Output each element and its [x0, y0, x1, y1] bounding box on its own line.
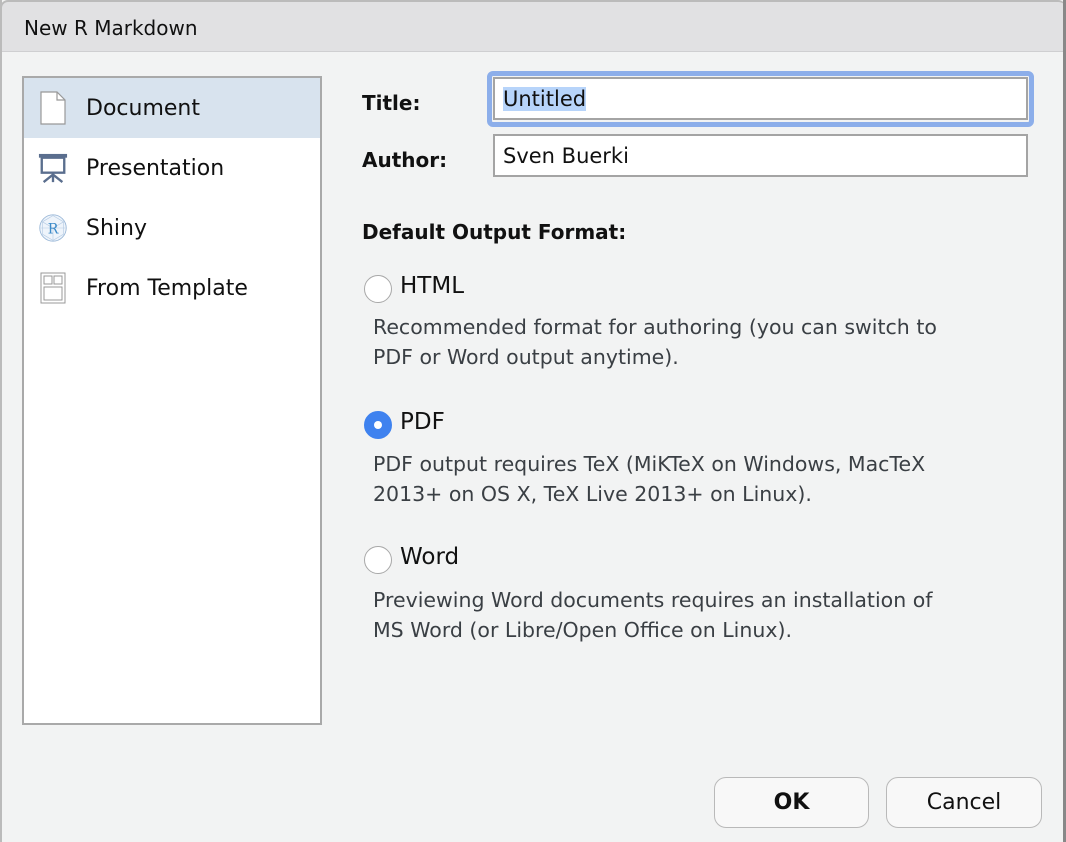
- desc-line: MS Word (or Libre/Open Office on Linux).: [373, 618, 792, 642]
- pdf-radio[interactable]: [364, 411, 392, 439]
- sidebar-item-from-template[interactable]: From Template: [24, 258, 320, 318]
- output-format-heading: Default Output Format:: [362, 220, 627, 244]
- document-icon: [38, 91, 68, 125]
- author-label: Author:: [362, 148, 448, 172]
- sidebar-item-label: Shiny: [86, 215, 147, 241]
- pdf-description: PDF output requires TeX (MiKTeX on Windo…: [373, 449, 1053, 509]
- title-label: Title:: [362, 91, 421, 115]
- window-title: New R Markdown: [24, 16, 198, 40]
- author-input[interactable]: Sven Buerki: [493, 134, 1028, 177]
- sidebar-item-label: Presentation: [86, 155, 225, 181]
- html-description: Recommended format for authoring (you ca…: [373, 312, 1053, 372]
- desc-line: PDF or Word output anytime).: [373, 345, 679, 369]
- template-icon: [38, 271, 68, 305]
- desc-line: Previewing Word documents requires an in…: [373, 588, 933, 612]
- html-radio[interactable]: [364, 275, 392, 303]
- word-description: Previewing Word documents requires an in…: [373, 585, 1053, 645]
- word-label[interactable]: Word: [400, 544, 459, 570]
- sidebar-item-label: Document: [86, 95, 200, 121]
- html-label[interactable]: HTML: [400, 273, 464, 299]
- title-input[interactable]: Untitled: [493, 77, 1028, 120]
- desc-line: 2013+ on OS X, TeX Live 2013+ on Linux).: [373, 482, 812, 506]
- title-input-value: Untitled: [503, 87, 587, 111]
- sidebar-item-presentation[interactable]: Presentation: [24, 138, 320, 198]
- title-bar: New R Markdown: [0, 0, 1066, 52]
- cancel-button[interactable]: Cancel: [886, 777, 1042, 828]
- author-input-value: Sven Buerki: [503, 144, 629, 168]
- ok-button[interactable]: OK: [714, 777, 869, 828]
- word-radio[interactable]: [364, 546, 392, 574]
- desc-line: Recommended format for authoring (you ca…: [373, 315, 937, 339]
- sidebar-item-label: From Template: [86, 275, 248, 301]
- sidebar-item-document[interactable]: Document: [24, 78, 320, 138]
- shiny-r-icon: R: [38, 211, 68, 245]
- svg-text:R: R: [48, 221, 59, 237]
- window-border: [0, 0, 2, 842]
- pdf-label[interactable]: PDF: [400, 409, 445, 435]
- template-type-list[interactable]: Document Presentation R Shiny From Templ…: [22, 76, 322, 725]
- desc-line: PDF output requires TeX (MiKTeX on Windo…: [373, 452, 926, 476]
- sidebar-item-shiny[interactable]: R Shiny: [24, 198, 320, 258]
- presentation-easel-icon: [38, 151, 68, 185]
